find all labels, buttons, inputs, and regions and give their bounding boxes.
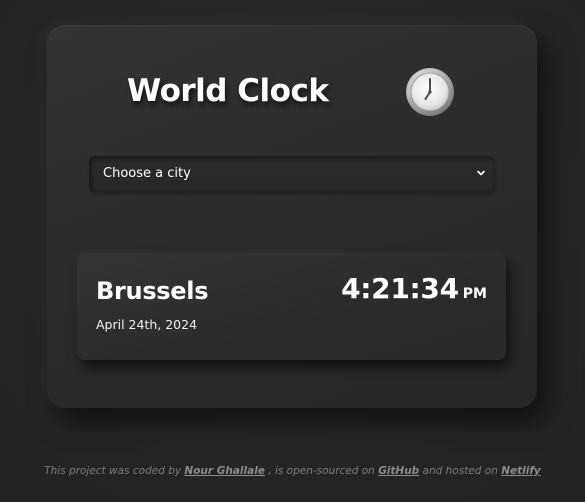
chevron-down-icon xyxy=(477,170,485,176)
app-title: World Clock xyxy=(127,73,329,109)
city-time-card: Brussels April 24th, 2024 4:21:34 PM xyxy=(77,253,506,360)
analog-clock-icon xyxy=(406,68,454,116)
footer-text-open-sourced: , is open-sourced on xyxy=(268,465,375,477)
page: World Clock Choose a city Brussels April… xyxy=(0,0,585,502)
city-name: Brussels xyxy=(96,277,209,305)
time-digits: 4:21:34 xyxy=(341,272,459,305)
footer-text-hosted: and hosted on xyxy=(422,465,498,477)
world-clock-card: World Clock Choose a city Brussels April… xyxy=(47,25,537,408)
footer-text-coded-by: This project was coded by xyxy=(44,465,182,477)
city-time: 4:21:34 PM xyxy=(341,273,487,310)
github-link[interactable]: GitHub xyxy=(378,465,419,477)
footer: This project was coded by Nour Ghallale … xyxy=(0,463,585,479)
city-select[interactable]: Choose a city xyxy=(89,156,494,192)
author-link[interactable]: Nour Ghallale xyxy=(184,465,265,477)
city-date: April 24th, 2024 xyxy=(96,317,198,332)
city-select-value: Choose a city xyxy=(103,166,191,181)
netlify-link[interactable]: Netlify xyxy=(501,465,541,477)
time-ampm: PM xyxy=(462,286,487,302)
